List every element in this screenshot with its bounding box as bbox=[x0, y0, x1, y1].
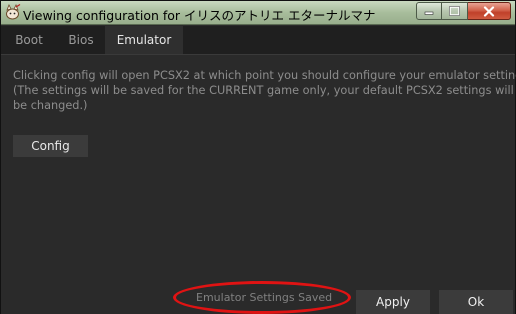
app-icon bbox=[6, 4, 21, 20]
maximize-icon bbox=[449, 6, 460, 16]
config-button[interactable]: Config bbox=[13, 135, 88, 157]
close-icon bbox=[483, 5, 495, 17]
description-line: (The settings will be saved for the CURR… bbox=[13, 84, 516, 97]
close-button[interactable] bbox=[468, 2, 511, 20]
tab-boot[interactable]: Boot bbox=[1, 26, 57, 54]
tab-emulator[interactable]: Emulator bbox=[105, 26, 183, 54]
tab-bar: Boot Bios Emulator bbox=[1, 26, 515, 54]
emulator-description: Clicking config will open PCSX2 at which… bbox=[13, 68, 516, 113]
description-line: be changed.) bbox=[13, 99, 88, 112]
tab-divider bbox=[1, 54, 515, 55]
window-title: Viewing configuration for イリスのアトリエ エターナル… bbox=[23, 8, 376, 23]
config-window: Viewing configuration for イリスのアトリエ エターナル… bbox=[0, 0, 516, 314]
title-bar[interactable]: Viewing configuration for イリスのアトリエ エターナル… bbox=[1, 1, 515, 25]
apply-button[interactable]: Apply bbox=[356, 290, 430, 314]
status-message: Emulator Settings Saved bbox=[196, 291, 333, 304]
tab-bios[interactable]: Bios bbox=[57, 26, 105, 54]
maximize-button[interactable] bbox=[442, 2, 468, 20]
minimize-button[interactable] bbox=[416, 2, 442, 20]
ok-button[interactable]: Ok bbox=[439, 290, 513, 314]
window-controls bbox=[416, 2, 511, 20]
minimize-icon bbox=[424, 11, 434, 15]
description-line: Clicking config will open PCSX2 at which… bbox=[13, 69, 516, 82]
